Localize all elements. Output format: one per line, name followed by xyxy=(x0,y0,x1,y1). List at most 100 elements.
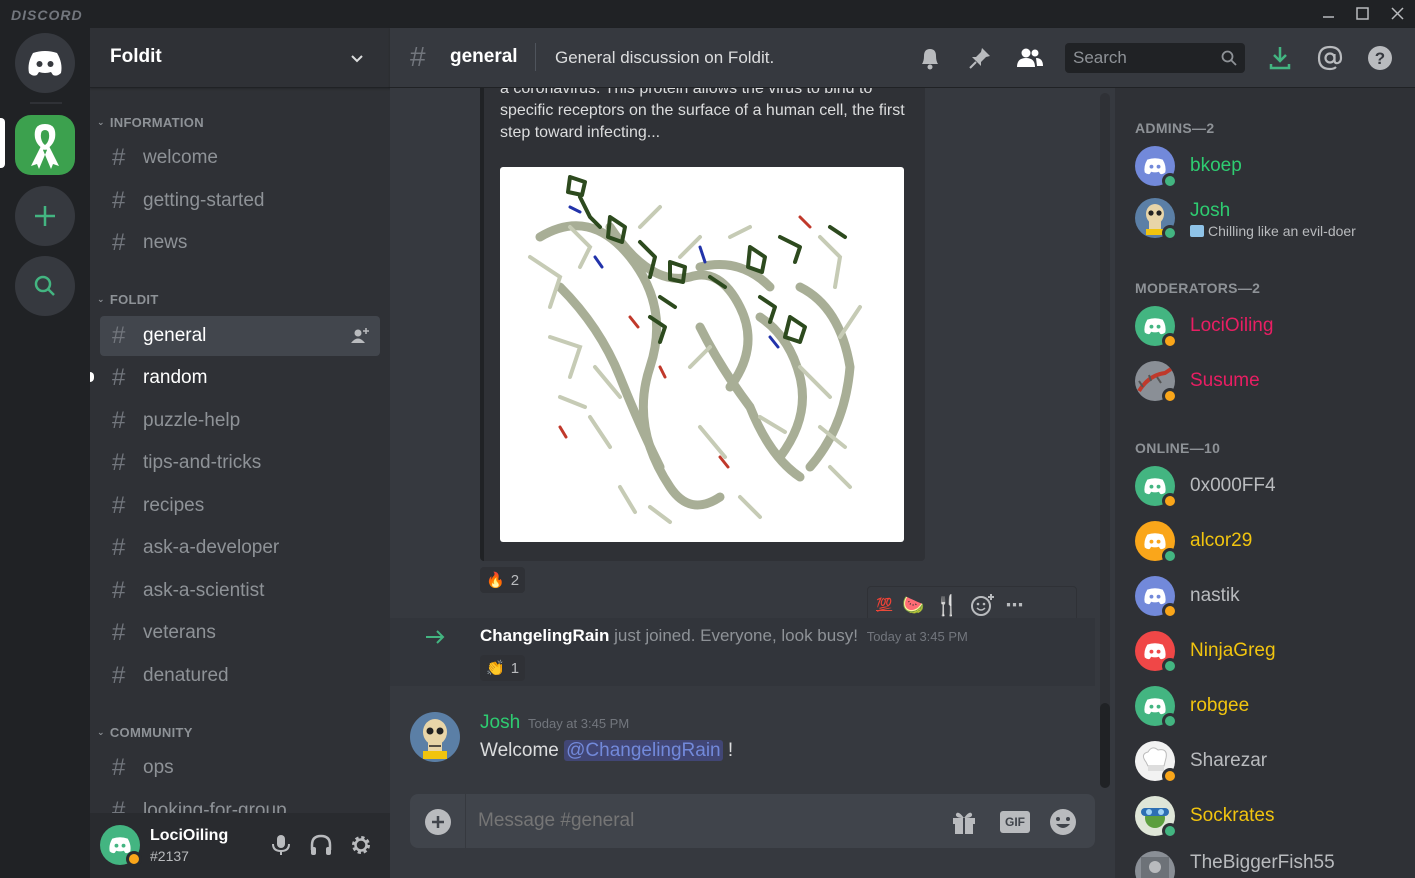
category-community[interactable]: ⌄ COMMUNITY xyxy=(97,725,193,740)
member-0x000ff4[interactable]: 0x000FF4 xyxy=(1135,462,1405,510)
message-scrollbar[interactable] xyxy=(1100,93,1110,788)
channel-getting-started[interactable]: # getting-started xyxy=(100,181,380,221)
user-mention[interactable]: @ChangelingRain xyxy=(564,740,723,761)
foldit-server-icon[interactable] xyxy=(15,115,75,175)
search-input[interactable]: Search xyxy=(1065,43,1245,73)
home-button[interactable] xyxy=(15,33,75,93)
member-ninjagreg[interactable]: NinjaGreg xyxy=(1135,627,1405,675)
channel-news[interactable]: # news xyxy=(100,223,380,263)
hundred-emoji-icon[interactable]: 💯 xyxy=(876,597,892,613)
user-panel: LociOiling #2137 xyxy=(90,813,390,878)
mentions-button[interactable] xyxy=(1315,43,1345,73)
join-username[interactable]: ChangelingRain xyxy=(480,626,609,645)
channel-veterans[interactable]: # veterans xyxy=(100,613,380,653)
fork-knife-emoji-icon[interactable]: 🍴 xyxy=(935,593,960,618)
category-foldit[interactable]: ⌄ FOLDIT xyxy=(97,292,159,307)
close-window-button[interactable] xyxy=(1387,4,1407,24)
upload-button[interactable] xyxy=(425,809,451,835)
member-list-button[interactable] xyxy=(1015,43,1045,73)
status-idle-indicator xyxy=(1162,333,1178,349)
message-input[interactable] xyxy=(478,806,928,836)
channel-label: puzzle-help xyxy=(143,410,241,431)
member-thebiggerfish55[interactable]: TheBiggerFish55 xyxy=(1135,847,1405,878)
download-apps-button[interactable] xyxy=(1265,43,1295,73)
channel-denatured[interactable]: # denatured xyxy=(100,656,380,696)
member-susume[interactable]: Susume xyxy=(1135,357,1405,405)
search-icon xyxy=(34,275,55,296)
member-name: bkoep xyxy=(1190,155,1242,176)
category-information[interactable]: ⌄ INFORMATION xyxy=(97,115,204,130)
member-robgee[interactable]: robgee xyxy=(1135,682,1405,730)
channel-tips-and-tricks[interactable]: # tips-and-tricks xyxy=(100,443,380,483)
author-name[interactable]: Josh xyxy=(480,712,520,734)
avatar[interactable] xyxy=(410,712,460,762)
microphone-icon[interactable] xyxy=(270,833,292,857)
hash-icon: # xyxy=(112,364,126,391)
scrollbar-thumb[interactable] xyxy=(1100,703,1110,788)
composer-divider xyxy=(465,794,466,848)
help-button[interactable]: ? xyxy=(1365,43,1395,73)
reaction-fire[interactable]: 🔥 2 xyxy=(480,567,526,593)
gif-button[interactable]: GIF xyxy=(1000,811,1030,833)
member-sockrates[interactable]: Sockrates xyxy=(1135,792,1405,840)
role-header-moderators: MODERATORS—2 xyxy=(1135,280,1261,296)
headphones-icon[interactable] xyxy=(309,833,333,857)
guild-separator xyxy=(30,102,62,104)
member-nastik[interactable]: nastik xyxy=(1135,572,1405,620)
clapping-hands-emoji-icon: 👏 xyxy=(486,660,505,677)
emoji-icon[interactable] xyxy=(1048,807,1078,837)
channel-ops[interactable]: # ops xyxy=(100,748,380,788)
gear-icon[interactable] xyxy=(349,833,373,857)
member-locioiling[interactable]: LociOiling xyxy=(1135,302,1405,350)
channel-ask-a-scientist[interactable]: # ask-a-scientist xyxy=(100,571,380,611)
message-area: a coronavirus. This protein allows the v… xyxy=(390,88,1115,878)
member-name: nastik xyxy=(1190,585,1240,606)
avatar[interactable] xyxy=(100,825,142,867)
discord-logo-icon xyxy=(109,837,131,854)
channel-label: tips-and-tricks xyxy=(143,452,262,473)
server-header[interactable]: Foldit xyxy=(90,28,390,88)
add-server-button[interactable] xyxy=(15,186,75,246)
member-name: NinjaGreg xyxy=(1190,640,1276,661)
channel-label: news xyxy=(143,232,188,253)
channel-label: recipes xyxy=(143,495,205,516)
search-placeholder: Search xyxy=(1073,48,1127,67)
server-list xyxy=(0,28,90,878)
gift-icon[interactable] xyxy=(950,808,978,836)
selected-server-pill xyxy=(0,118,5,168)
member-name: alcor29 xyxy=(1190,530,1253,551)
member-bkoep[interactable]: bkoep xyxy=(1135,142,1405,190)
member-josh[interactable]: Josh Chilling like an evil-doer xyxy=(1135,194,1405,242)
category-label: COMMUNITY xyxy=(109,725,193,740)
explore-servers-button[interactable] xyxy=(15,256,75,316)
member-alcor29[interactable]: alcor29 xyxy=(1135,517,1405,565)
channel-general[interactable]: # general xyxy=(100,316,380,356)
channel-ask-a-developer[interactable]: # ask-a-developer xyxy=(100,528,380,568)
embed-image[interactable] xyxy=(500,167,904,542)
channel-title: general xyxy=(450,46,518,67)
invite-member-icon[interactable] xyxy=(350,327,370,345)
discord-logo-icon xyxy=(28,51,62,76)
embed-description: a coronavirus. This protein allows the v… xyxy=(500,88,905,141)
channel-sidebar: Foldit ⌄ INFORMATION # welcome # getting-st… xyxy=(90,28,390,878)
status-idle-indicator xyxy=(1162,768,1178,784)
channel-recipes[interactable]: # recipes xyxy=(100,486,380,526)
hash-icon: # xyxy=(112,662,126,689)
member-sharezar[interactable]: Sharezar xyxy=(1135,737,1405,785)
reaction-wave[interactable]: 👏 1 xyxy=(480,655,526,681)
maximize-button[interactable] xyxy=(1352,4,1372,24)
channel-puzzle-help[interactable]: # puzzle-help xyxy=(100,401,380,441)
watermelon-emoji-icon[interactable]: 🍉 xyxy=(902,595,924,616)
fire-emoji-icon: 🔥 xyxy=(486,572,505,589)
pinned-messages-button[interactable] xyxy=(965,43,995,73)
title-bar: DISCORD xyxy=(0,0,1415,28)
link-embed: a coronavirus. This protein allows the v… xyxy=(480,88,925,561)
add-reaction-icon[interactable] xyxy=(970,593,996,617)
unread-indicator xyxy=(90,372,94,382)
minimize-button[interactable] xyxy=(1318,4,1338,24)
chevron-down-icon xyxy=(351,55,363,63)
channel-welcome[interactable]: # welcome xyxy=(100,138,380,178)
channel-random[interactable]: # random xyxy=(100,358,380,398)
notification-bell-button[interactable] xyxy=(915,43,945,73)
more-options-icon[interactable]: ⋯ xyxy=(1006,595,1024,616)
